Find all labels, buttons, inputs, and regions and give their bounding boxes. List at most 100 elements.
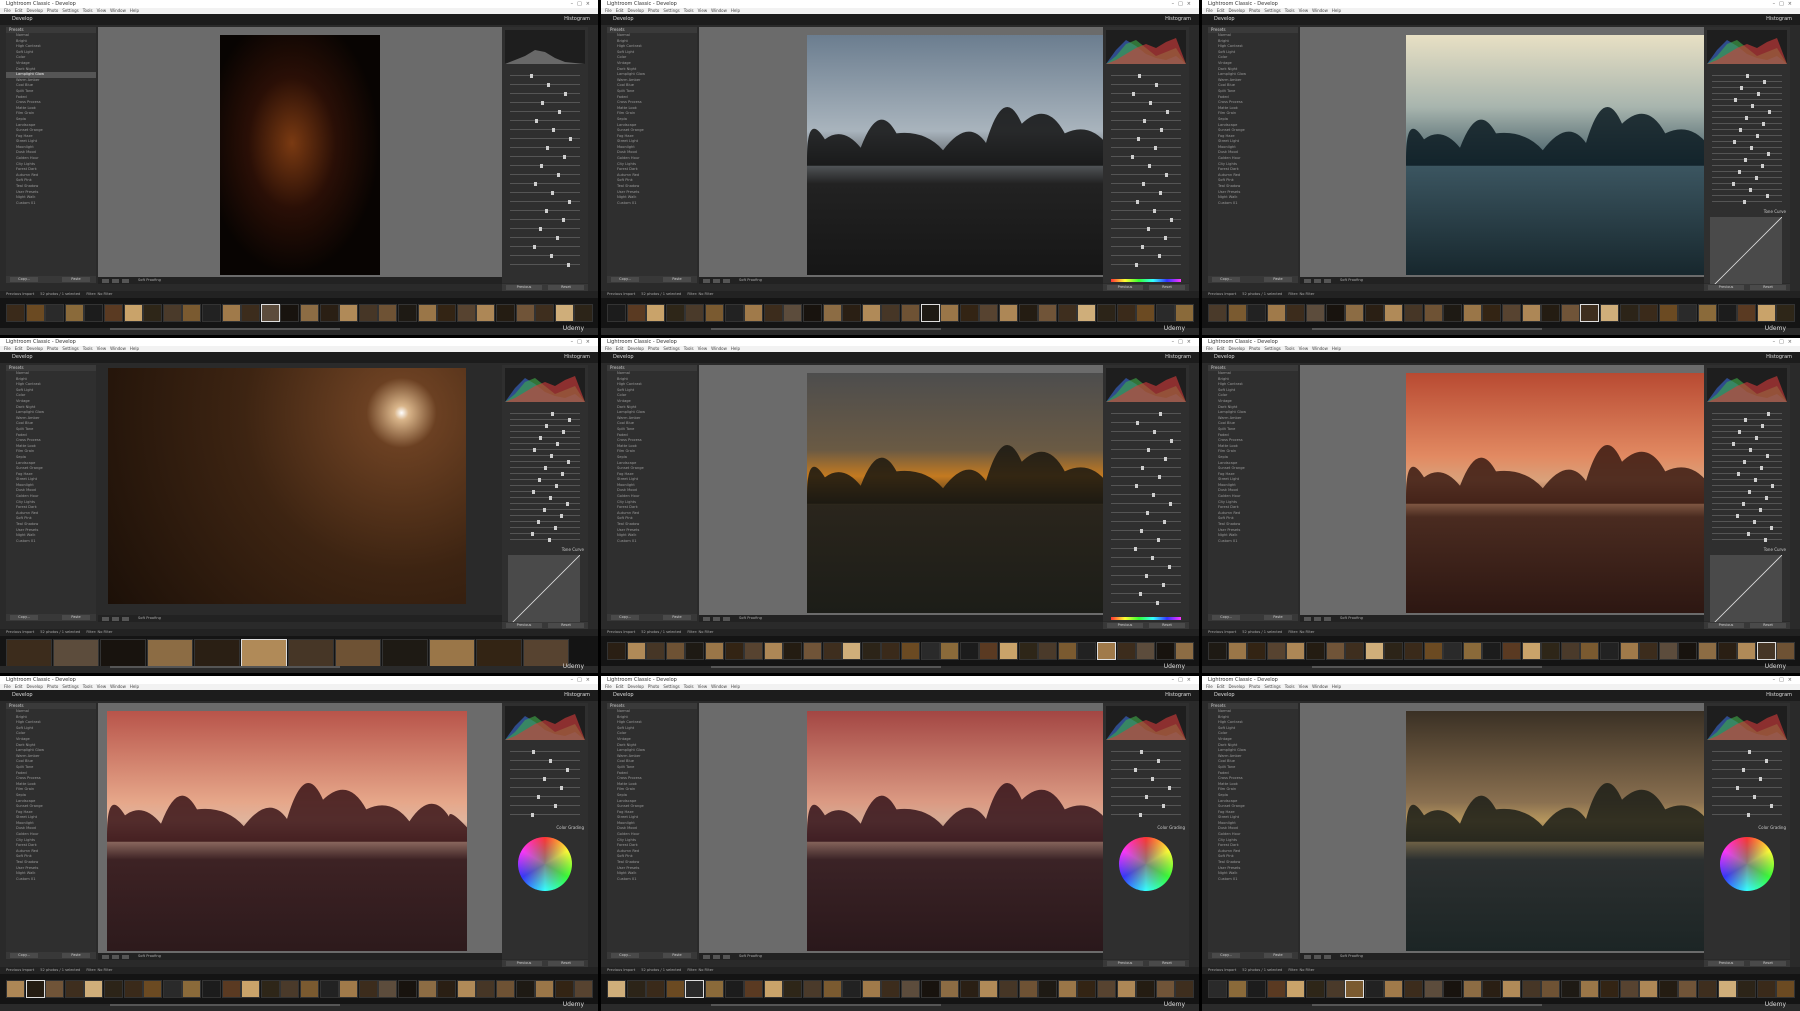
soft-proofing-label[interactable]: Soft Proofing xyxy=(1340,615,1363,622)
view-mode-icon[interactable] xyxy=(723,278,730,283)
adjustment-slider[interactable] xyxy=(1111,163,1181,168)
filmstrip-thumbnail[interactable] xyxy=(1155,642,1175,660)
adjustment-slider[interactable] xyxy=(1712,175,1782,180)
filmstrip-thumbnail[interactable] xyxy=(783,980,803,998)
filmstrip-thumbnail[interactable] xyxy=(1057,304,1077,322)
slider-knob[interactable] xyxy=(560,513,563,518)
slider-knob[interactable] xyxy=(1763,79,1766,84)
adjustment-slider[interactable] xyxy=(510,136,580,141)
adjustment-slider[interactable] xyxy=(510,244,580,249)
filmstrip-thumbnail[interactable] xyxy=(1717,980,1737,998)
menu-item[interactable]: Edit xyxy=(1217,346,1225,351)
menu-item[interactable]: Help xyxy=(130,8,139,13)
filmstrip-thumbnail[interactable] xyxy=(1639,642,1659,660)
filmstrip-thumbnail[interactable] xyxy=(1443,642,1463,660)
filmstrip-filter[interactable]: Filter: No Filter xyxy=(86,630,112,634)
adjustment-slider[interactable] xyxy=(510,100,580,105)
paste-button[interactable]: Paste xyxy=(1264,277,1292,282)
menu-item[interactable]: Help xyxy=(731,684,740,689)
slider-knob[interactable] xyxy=(1147,447,1150,452)
slider-knob[interactable] xyxy=(1762,121,1765,126)
menu-item[interactable]: Tools xyxy=(83,8,93,13)
reset-button[interactable]: Reset xyxy=(1149,285,1185,290)
slider-knob[interactable] xyxy=(1732,181,1735,186)
adjustment-slider[interactable] xyxy=(1111,226,1181,231)
filmstrip-thumbnail[interactable] xyxy=(1756,304,1776,322)
menu-item[interactable]: Tools xyxy=(684,684,694,689)
filmstrip-thumbnail[interactable] xyxy=(1541,642,1561,660)
menu-item[interactable]: Window xyxy=(711,8,727,13)
slider-knob[interactable] xyxy=(1747,812,1750,817)
adjustment-slider[interactable] xyxy=(1111,235,1181,240)
histogram-header[interactable]: Histogram xyxy=(1766,14,1792,25)
filmstrip-thumbnail[interactable] xyxy=(143,980,163,998)
histogram-header[interactable]: Histogram xyxy=(1165,14,1191,25)
filmstrip-thumbnail[interactable] xyxy=(1116,980,1136,998)
module-name[interactable]: Develop xyxy=(12,352,33,363)
filmstrip-thumbnail[interactable] xyxy=(1502,980,1521,998)
adjustment-slider[interactable] xyxy=(1111,767,1181,772)
slider-knob[interactable] xyxy=(1143,118,1146,123)
menu-item[interactable]: Develop xyxy=(26,346,42,351)
adjustment-slider[interactable] xyxy=(1712,97,1782,102)
filmstrip-scrollbar[interactable] xyxy=(110,328,340,330)
filmstrip-thumbnail[interactable] xyxy=(646,642,666,660)
menu-item[interactable]: Edit xyxy=(616,684,624,689)
menu-item[interactable]: Tools xyxy=(83,684,93,689)
slider-knob[interactable] xyxy=(546,145,549,150)
slider-knob[interactable] xyxy=(567,459,570,464)
filmstrip-thumbnail[interactable] xyxy=(574,304,594,322)
slider-knob[interactable] xyxy=(544,465,547,470)
adjustment-slider[interactable] xyxy=(1712,127,1782,132)
slider-knob[interactable] xyxy=(1761,423,1764,428)
tone-curve-header[interactable]: Tone Curve xyxy=(1764,547,1786,552)
filmstrip-thumbnail[interactable] xyxy=(744,304,764,322)
soft-proofing-label[interactable]: Soft Proofing xyxy=(739,953,762,960)
adjustment-slider[interactable] xyxy=(1111,803,1181,808)
menu-item[interactable]: Settings xyxy=(663,684,679,689)
filmstrip-source[interactable]: Previous Import xyxy=(6,292,34,296)
copy-button[interactable]: Copy... xyxy=(1212,615,1240,620)
filmstrip-thumbnail[interactable] xyxy=(1077,642,1097,660)
paste-button[interactable]: Paste xyxy=(663,615,691,620)
filmstrip-thumbnail[interactable] xyxy=(1698,642,1717,660)
menu-item[interactable]: View xyxy=(698,684,708,689)
slider-knob[interactable] xyxy=(568,417,571,422)
filmstrip-thumbnail[interactable] xyxy=(202,980,221,998)
photo-preview[interactable] xyxy=(108,368,466,604)
filmstrip-thumbnail[interactable] xyxy=(1057,980,1077,998)
adjustment-slider[interactable] xyxy=(1111,411,1181,416)
filmstrip-thumbnail[interactable] xyxy=(398,304,417,322)
view-mode-icon[interactable] xyxy=(723,954,730,959)
filmstrip-thumbnail[interactable] xyxy=(1247,304,1267,322)
filmstrip-thumbnail[interactable] xyxy=(84,304,104,322)
filmstrip-thumbnail[interactable] xyxy=(1698,304,1717,322)
filmstrip-thumbnail[interactable] xyxy=(104,980,123,998)
adjustment-slider[interactable] xyxy=(1111,447,1181,452)
menu-item[interactable]: Photo xyxy=(648,346,659,351)
filmstrip-thumbnail[interactable] xyxy=(162,980,182,998)
menu-item[interactable]: View xyxy=(698,346,708,351)
adjustment-slider[interactable] xyxy=(1111,73,1181,78)
paste-button[interactable]: Paste xyxy=(1264,953,1292,958)
filmstrip-thumbnail[interactable] xyxy=(1423,980,1443,998)
filmstrip-thumbnail[interactable] xyxy=(1678,980,1698,998)
image-viewer[interactable] xyxy=(699,703,1165,953)
filmstrip-thumbnail[interactable] xyxy=(1175,980,1195,998)
slider-knob[interactable] xyxy=(1732,441,1735,446)
view-mode-icon[interactable] xyxy=(1324,278,1331,283)
filmstrip-thumbnail[interactable] xyxy=(1077,304,1097,322)
slider-knob[interactable] xyxy=(1134,546,1137,551)
slider-knob[interactable] xyxy=(1742,767,1745,772)
filmstrip-thumbnail[interactable] xyxy=(646,304,666,322)
adjustment-slider[interactable] xyxy=(510,525,580,530)
curve-line[interactable] xyxy=(1709,216,1783,290)
tone-curve-header[interactable]: Tone Curve xyxy=(1764,209,1786,214)
menu-item[interactable]: Help xyxy=(1332,346,1341,351)
filmstrip-thumbnail[interactable] xyxy=(1600,642,1619,660)
reset-button[interactable]: Reset xyxy=(1149,961,1185,966)
filmstrip-thumbnail[interactable] xyxy=(221,304,241,322)
slider-knob[interactable] xyxy=(1734,97,1737,102)
filmstrip-thumbnail[interactable] xyxy=(705,642,724,660)
curve-line[interactable] xyxy=(507,554,581,628)
